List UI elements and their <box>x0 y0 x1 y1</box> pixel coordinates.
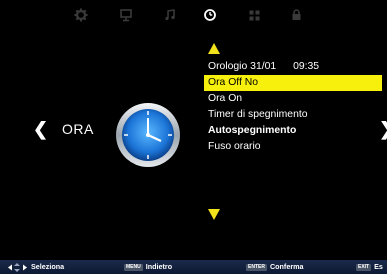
scroll-down-arrow[interactable] <box>208 209 220 220</box>
clock-label: Orologio 31/01 <box>208 61 277 72</box>
hint-exit-label: Es <box>374 262 383 271</box>
section-title: ORA <box>62 121 94 137</box>
clock-illustration <box>114 101 182 169</box>
clock-time: 09:35 <box>293 61 320 72</box>
hint-confirm-label: Conferma <box>269 262 304 271</box>
menu-item-sleep-timer[interactable]: Timer di spegnimento <box>204 107 382 123</box>
hint-back-label: Indietro <box>145 262 173 271</box>
gear-icon[interactable] <box>72 6 90 24</box>
help-bar: Seleziona MENU Indietro ENTER Conferma E… <box>0 260 387 274</box>
hint-select-label: Seleziona <box>31 262 65 271</box>
hint-back: MENU Indietro <box>124 260 172 274</box>
menu-item-time-zone[interactable]: Fuso orario <box>204 139 382 155</box>
lock-icon[interactable] <box>287 6 305 24</box>
grid-icon[interactable] <box>245 6 263 24</box>
arrow-keys-icon <box>8 262 27 272</box>
exit-key-chip: EXIT <box>356 263 372 271</box>
menu-item-auto-standby[interactable]: Autospegnimento <box>204 123 382 139</box>
menu-category-bar <box>0 0 387 40</box>
enter-key-chip: ENTER <box>246 263 267 271</box>
hint-select: Seleziona <box>8 260 64 274</box>
menu-item-ora-on[interactable]: Ora On <box>204 91 382 107</box>
music-note-icon[interactable] <box>161 6 179 24</box>
scroll-up-arrow[interactable] <box>208 43 220 54</box>
monitor-icon[interactable] <box>117 6 135 24</box>
previous-category-arrow[interactable]: ❮ <box>33 120 48 138</box>
hint-confirm: ENTER Conferma <box>246 260 304 274</box>
clock-row: Orologio 31/01 09:35 <box>204 59 382 75</box>
hint-exit: EXIT Es <box>356 260 383 274</box>
clock-icon[interactable] <box>201 6 219 24</box>
menu-item-ora-off[interactable]: Ora Off No <box>204 75 382 91</box>
menu-key-chip: MENU <box>124 263 143 271</box>
